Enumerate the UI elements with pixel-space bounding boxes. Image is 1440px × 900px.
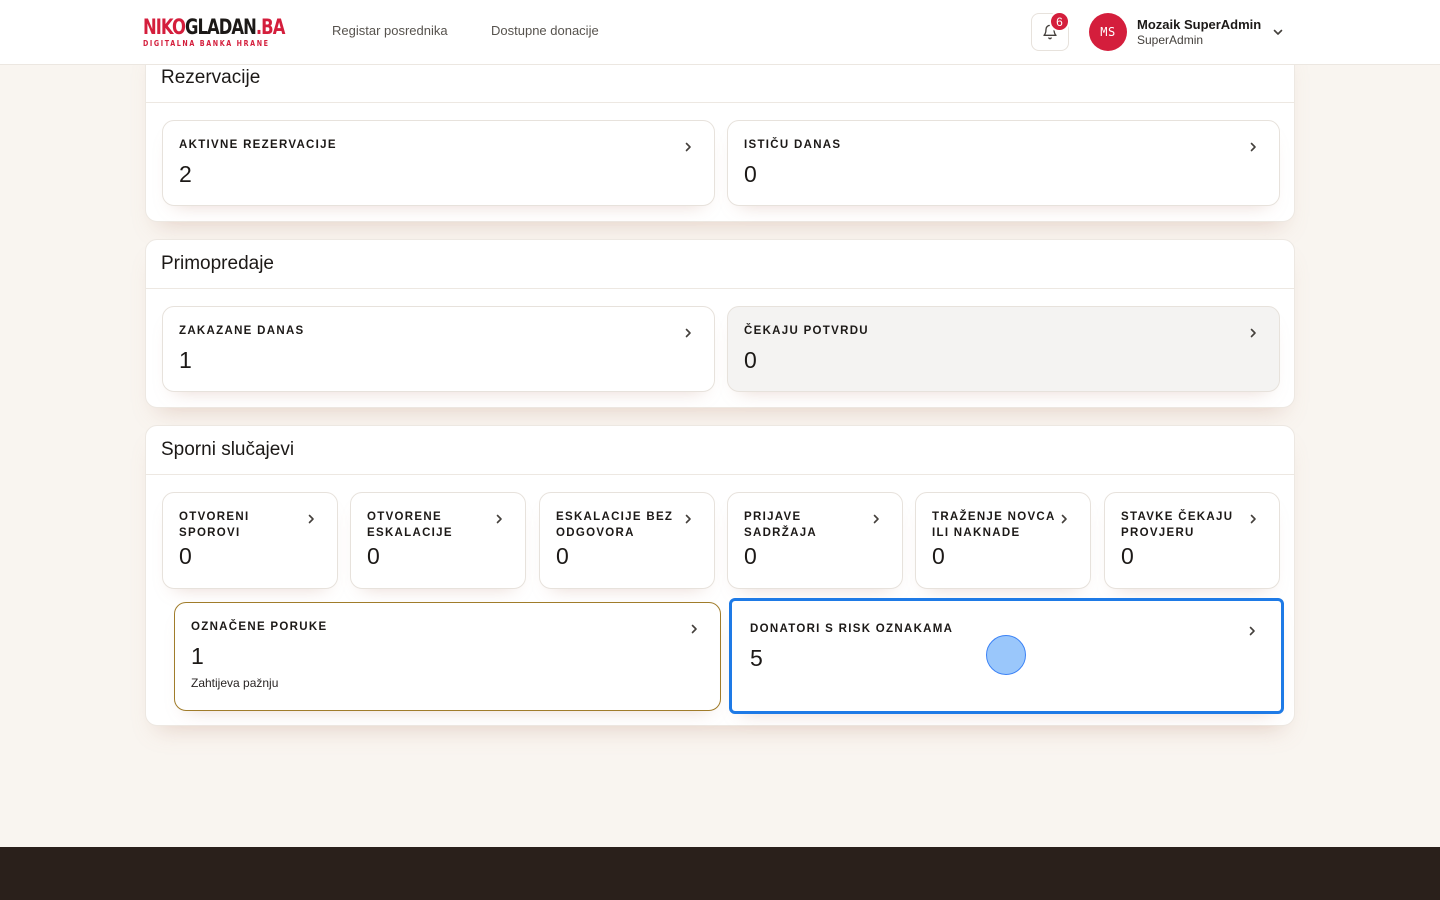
- card-label: OTVORENE ESKALACIJE: [367, 511, 453, 539]
- card-otvoreni-sporovi[interactable]: OTVORENI SPOROVI 0: [162, 492, 338, 589]
- card-label: ESKALACIJE BEZ ODGOVORA: [556, 511, 674, 539]
- chevron-down-icon[interactable]: [1272, 26, 1284, 38]
- card-value: 0: [556, 543, 569, 569]
- chevron-right-icon: [496, 514, 502, 524]
- card-value: 0: [367, 543, 380, 569]
- chevron-right-icon: [685, 328, 691, 338]
- chevron-right-icon: [1250, 328, 1256, 338]
- section-primopredaje: Primopredaje ZAKAZANE DANAS 1 ČEKAJU POT…: [145, 239, 1295, 408]
- card-value: 0: [744, 347, 757, 373]
- card-aktivne-rezervacije[interactable]: AKTIVNE REZERVACIJE 2: [162, 120, 715, 206]
- nav-link-dostupne-donacije[interactable]: Dostupne donacije: [491, 23, 599, 38]
- card-label: STAVKE ČEKAJU PROVJERU: [1121, 511, 1234, 539]
- nav-link-registar-posrednika[interactable]: Registar posrednika: [332, 23, 448, 38]
- card-isticu-danas[interactable]: ISTIČU DANAS 0: [727, 120, 1280, 206]
- card-value: 2: [179, 161, 192, 187]
- card-label: PRIJAVE SADRŽAJA: [744, 511, 818, 539]
- card-value: 0: [932, 543, 945, 569]
- card-zakazane-danas[interactable]: ZAKAZANE DANAS 1: [162, 306, 715, 392]
- card-trazenje-novca[interactable]: TRAŽENJE NOVCA ILI NAKNADE 0: [915, 492, 1091, 589]
- card-value: 5: [750, 645, 763, 671]
- card-prijave-sadrzaja[interactable]: PRIJAVE SADRŽAJA 0: [727, 492, 903, 589]
- logo-tagline: DIGITALNA BANKA HRANE: [143, 39, 270, 48]
- chevron-right-icon: [685, 514, 691, 524]
- chevron-right-icon: [1249, 626, 1255, 636]
- card-otvorene-eskalacije[interactable]: OTVORENE ESKALACIJE 0: [350, 492, 526, 589]
- page-footer: [0, 847, 1440, 900]
- notifications-count-badge: 6: [1049, 11, 1070, 32]
- card-eskalacije-bez-odgovora[interactable]: ESKALACIJE BEZ ODGOVORA 0: [539, 492, 715, 589]
- user-role: SuperAdmin: [1137, 33, 1204, 47]
- card-cekaju-potvrdu[interactable]: ČEKAJU POTVRDU 0: [727, 306, 1280, 392]
- attention-note: Zahtijeva pažnju: [191, 676, 279, 690]
- section-title: Rezervacije: [161, 67, 261, 88]
- card-label: OTVORENI SPOROVI: [179, 511, 250, 539]
- section-sporni-slucajevi: Sporni slučajevi OTVORENI SPOROVI 0 OTVOR…: [145, 425, 1295, 726]
- card-value: 0: [179, 543, 192, 569]
- section-title: Sporni slučajevi: [161, 439, 295, 460]
- mouse-cursor-indicator: [986, 635, 1026, 675]
- card-value: 1: [191, 643, 204, 669]
- chevron-right-icon: [685, 142, 691, 152]
- card-label: DONATORI S RISK OZNAKAMA: [750, 623, 954, 635]
- chevron-right-icon: [308, 514, 314, 524]
- chevron-right-icon: [691, 624, 697, 634]
- chevron-right-icon: [1061, 514, 1067, 524]
- section-title: Primopredaje: [161, 253, 274, 274]
- top-header: NIKOGLADAN.BA DIGITALNA BANKA HRANE Regi…: [0, 0, 1440, 65]
- card-value: 0: [744, 161, 757, 187]
- chevron-right-icon: [873, 514, 879, 524]
- card-value: 0: [1121, 543, 1134, 569]
- card-oznacene-poruke[interactable]: OZNAČENE PORUKE 1 Zahtijeva pažnju: [174, 602, 721, 711]
- chevron-right-icon: [1250, 514, 1256, 524]
- card-label: ZAKAZANE DANAS: [179, 325, 305, 337]
- section-rezervacije: Rezervacije AKTIVNE REZERVACIJE 2 ISTIČU…: [145, 40, 1295, 222]
- card-stavke-cekaju-provjeru[interactable]: STAVKE ČEKAJU PROVJERU 0: [1104, 492, 1280, 589]
- logo-wordmark: NIKOGLADAN.BA: [143, 15, 285, 39]
- card-label: ČEKAJU POTVRDU: [744, 325, 869, 337]
- user-name[interactable]: Mozaik SuperAdmin: [1137, 17, 1261, 32]
- chevron-right-icon: [1250, 142, 1256, 152]
- card-label: AKTIVNE REZERVACIJE: [179, 139, 337, 151]
- card-value: 1: [179, 347, 192, 373]
- card-label: OZNAČENE PORUKE: [191, 621, 328, 633]
- user-avatar[interactable]: MS: [1089, 13, 1127, 51]
- site-logo[interactable]: NIKOGLADAN.BA DIGITALNA BANKA HRANE: [143, 15, 285, 48]
- card-label: ISTIČU DANAS: [744, 139, 842, 151]
- card-label: TRAŽENJE NOVCA ILI NAKNADE: [932, 511, 1056, 539]
- card-value: 0: [744, 543, 757, 569]
